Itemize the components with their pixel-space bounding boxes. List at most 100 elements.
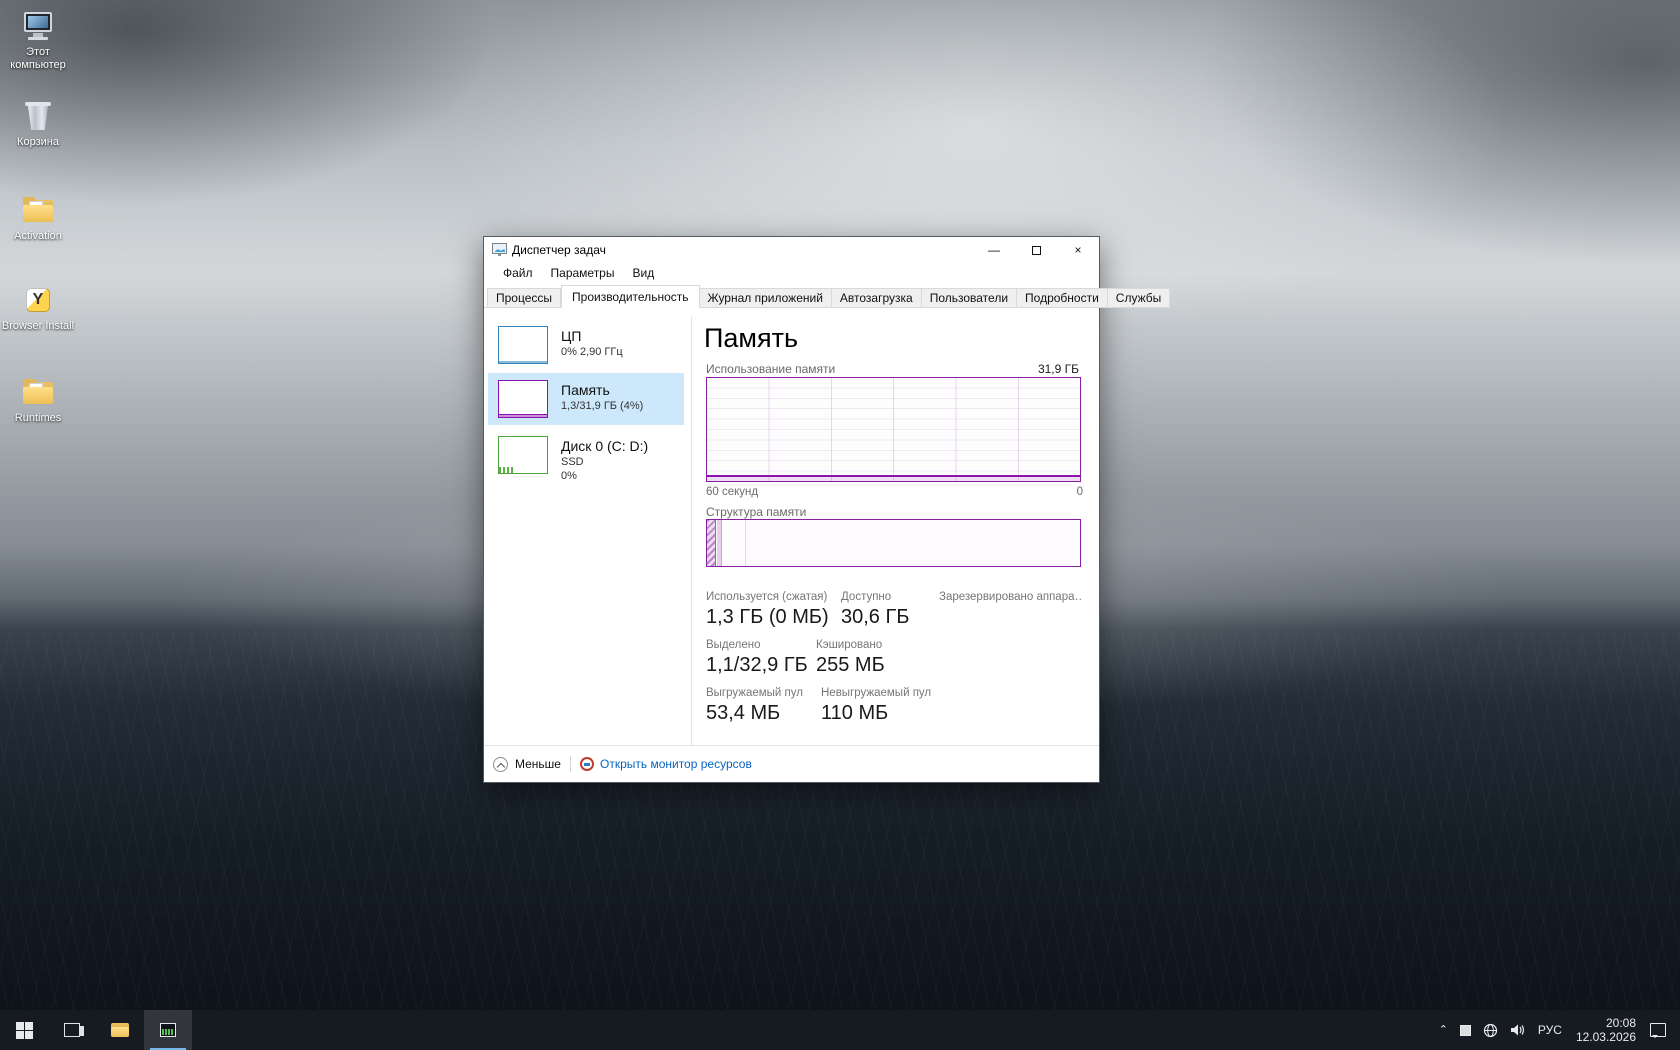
stat-nonpaged-pool: Невыгружаемый пул 110 МБ	[821, 687, 932, 724]
volume-button[interactable]	[1504, 1010, 1532, 1050]
usage-line	[707, 475, 1080, 477]
title-bar[interactable]: Диспетчер задач — ×	[484, 237, 1099, 263]
memory-graph-thumbnail	[498, 380, 548, 418]
folder-icon	[21, 378, 55, 408]
segment-divider	[745, 520, 746, 566]
tab-performance[interactable]: Производительность	[561, 285, 700, 308]
desktop-icon-runtimes[interactable]: Runtimes	[0, 378, 76, 425]
sidebar-item-detail2: 0%	[561, 470, 577, 482]
tab-processes[interactable]: Процессы	[487, 288, 562, 308]
browser-install-icon: Y	[21, 286, 55, 316]
task-view-button[interactable]	[48, 1010, 96, 1050]
composition-label: Структура памяти	[706, 505, 807, 519]
stat-cached: Кэшировано 255 МБ	[816, 639, 885, 676]
task-view-icon	[64, 1023, 84, 1037]
menu-file[interactable]: Файл	[494, 263, 542, 285]
sidebar-item-name: ЦП	[561, 328, 582, 344]
resource-monitor-icon	[579, 757, 594, 771]
memory-composition-bar[interactable]	[706, 519, 1081, 567]
system-tray: ⌃ РУС 20:08 12.03.2026	[1433, 1010, 1680, 1050]
sidebar-item-name: Память	[561, 382, 610, 398]
stat-hardware-reserved: Зарезервировано аппара…	[939, 591, 1081, 603]
action-center-button[interactable]	[1644, 1010, 1672, 1050]
taskbar: ⌃ РУС 20:08 12.03.2026	[0, 1010, 1680, 1050]
clock[interactable]: 20:08 12.03.2026	[1568, 1016, 1644, 1044]
tab-users[interactable]: Пользователи	[921, 288, 1018, 308]
task-manager-window: Диспетчер задач — × Файл Параметры Вид П…	[483, 236, 1171, 783]
menu-bar: Файл Параметры Вид	[484, 263, 1099, 285]
file-explorer-icon	[111, 1023, 129, 1037]
desktop-icon-label: Browser Install	[1, 320, 75, 332]
axis-right-label: 0	[1076, 486, 1083, 498]
sidebar-item-name: Диск 0 (C: D:)	[561, 438, 649, 454]
sidebar-item-memory[interactable]: Память 1,3/31,9 ГБ (4%)	[488, 373, 684, 425]
speaker-icon	[1510, 1024, 1525, 1036]
network-button[interactable]	[1477, 1010, 1504, 1050]
usage-graph-total: 31,9 ГБ	[1037, 362, 1079, 376]
tab-startup[interactable]: Автозагрузка	[831, 288, 922, 308]
recycle-bin-icon	[21, 102, 55, 132]
task-manager-app-icon	[492, 243, 507, 257]
tab-strip: Процессы Производительность Журнал прило…	[484, 285, 1171, 308]
minimize-button[interactable]: —	[973, 237, 1015, 263]
stat-paged-pool: Выгружаемый пул 53,4 МБ	[706, 687, 803, 724]
sidebar-item-disk0[interactable]: Диск 0 (C: D:) SSD 0%	[488, 429, 684, 490]
desktop-icon-label: Этот компьютер	[10, 46, 66, 71]
open-resource-monitor-link[interactable]: Открыть монитор ресурсов	[600, 757, 752, 771]
cpu-graph-thumbnail	[498, 326, 548, 364]
desktop-icon-label: Runtimes	[14, 412, 62, 424]
clock-time: 20:08	[1605, 1016, 1636, 1030]
menu-view[interactable]: Вид	[623, 263, 663, 285]
task-manager-icon	[160, 1023, 176, 1037]
clock-date: 12.03.2026	[1575, 1030, 1636, 1044]
file-explorer-button[interactable]	[96, 1010, 144, 1050]
disk-graph-thumbnail	[498, 436, 548, 474]
sidebar-item-detail: SSD	[561, 456, 584, 468]
sidebar-item-detail: 0% 2,90 ГГц	[561, 346, 623, 358]
hidden-icons-button[interactable]: ⌃	[1433, 1009, 1454, 1049]
windows-logo-icon	[15, 1021, 33, 1039]
segment-modified	[717, 520, 722, 566]
memory-usage-graph[interactable]	[706, 377, 1081, 482]
axis-left-label: 60 секунд	[706, 486, 759, 498]
tab-details[interactable]: Подробности	[1017, 288, 1108, 308]
stat-available: Доступно 30,6 ГБ	[841, 591, 910, 628]
desktop-icon-label: Activation	[14, 230, 62, 242]
start-button[interactable]	[0, 1010, 48, 1050]
task-manager-taskbar-button[interactable]	[144, 1010, 192, 1050]
performance-pane: ЦП 0% 2,90 ГГц Память 1,3/31,9 ГБ (4%) Д…	[484, 309, 1099, 745]
folder-icon	[21, 196, 55, 226]
desktop-icon-this-pc[interactable]: Этот компьютер	[0, 12, 76, 72]
desktop-icon-label: Корзина	[17, 136, 59, 148]
network-globe-icon	[1483, 1023, 1498, 1037]
window-title: Диспетчер задач	[512, 243, 606, 257]
maximize-button[interactable]	[1015, 237, 1057, 263]
close-button[interactable]: ×	[1057, 237, 1099, 263]
sidebar-item-cpu[interactable]: ЦП 0% 2,90 ГГц	[488, 319, 684, 371]
menu-options[interactable]: Параметры	[542, 263, 624, 285]
sidebar-item-detail: 1,3/31,9 ГБ (4%)	[561, 400, 644, 412]
tab-app-history[interactable]: Журнал приложений	[699, 288, 832, 308]
chevron-up-icon	[493, 756, 508, 772]
tray-app-icon	[1459, 1024, 1471, 1036]
stat-in-use: Используется (сжатая) 1,3 ГБ (0 МБ)	[706, 591, 829, 628]
stat-committed: Выделено 1,1/32,9 ГБ	[706, 639, 808, 676]
this-pc-icon	[21, 12, 55, 42]
page-title: Память	[704, 323, 799, 353]
tab-services[interactable]: Службы	[1107, 288, 1171, 308]
pane-divider	[691, 317, 692, 745]
usage-graph-label: Использование памяти	[706, 362, 836, 376]
fewer-details-label: Меньше	[515, 757, 561, 771]
footer-divider	[569, 756, 571, 772]
language-indicator[interactable]: РУС	[1532, 1010, 1568, 1050]
notification-icon	[1650, 1023, 1666, 1038]
segment-in-use	[707, 520, 716, 566]
desktop-icon-activation[interactable]: Activation	[0, 196, 76, 243]
maximize-icon	[1031, 245, 1041, 255]
desktop-icon-browser-install[interactable]: Y Browser Install	[0, 286, 76, 333]
tray-app-button[interactable]	[1454, 1010, 1477, 1050]
memory-detail-pane: Память Использование памяти 31,9 ГБ 60 с…	[704, 309, 1099, 745]
fewer-details-button[interactable]: Меньше	[493, 756, 561, 772]
desktop-icon-recycle-bin[interactable]: Корзина	[0, 102, 76, 149]
window-footer: Меньше Открыть монитор ресурсов	[484, 745, 1099, 782]
